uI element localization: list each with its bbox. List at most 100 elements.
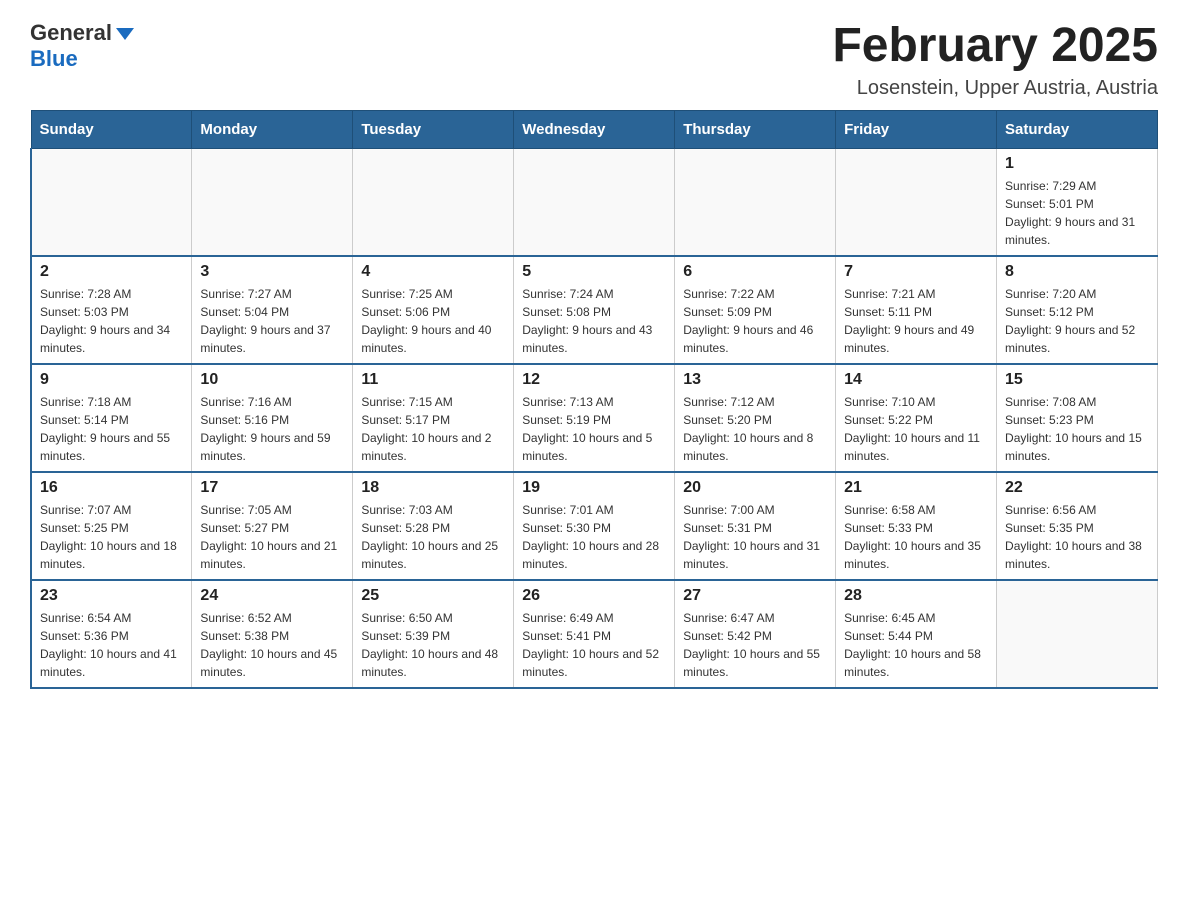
- day-info: Sunrise: 6:50 AMSunset: 5:39 PMDaylight:…: [361, 609, 505, 681]
- day-number: 4: [361, 263, 505, 281]
- calendar-cell: 14 Sunrise: 7:10 AMSunset: 5:22 PMDayligh…: [836, 364, 997, 472]
- calendar-header-thursday: Thursday: [675, 110, 836, 148]
- calendar-cell: 15 Sunrise: 7:08 AMSunset: 5:23 PMDayligh…: [997, 364, 1158, 472]
- day-number: 11: [361, 371, 505, 389]
- day-info: Sunrise: 7:18 AMSunset: 5:14 PMDaylight:…: [40, 393, 183, 465]
- calendar-cell: 4 Sunrise: 7:25 AMSunset: 5:06 PMDaylight…: [353, 256, 514, 364]
- calendar-cell: [353, 148, 514, 256]
- day-number: 14: [844, 371, 988, 389]
- calendar-cell: 12 Sunrise: 7:13 AMSunset: 5:19 PMDayligh…: [514, 364, 675, 472]
- day-number: 16: [40, 479, 183, 497]
- calendar-header-sunday: Sunday: [31, 110, 192, 148]
- calendar-header-saturday: Saturday: [997, 110, 1158, 148]
- calendar-cell: 24 Sunrise: 6:52 AMSunset: 5:38 PMDayligh…: [192, 580, 353, 688]
- day-info: Sunrise: 7:05 AMSunset: 5:27 PMDaylight:…: [200, 501, 344, 573]
- calendar-cell: 23Sunrise: 6:54 AMSunset: 5:36 PMDayligh…: [31, 580, 192, 688]
- calendar-week-5: 23Sunrise: 6:54 AMSunset: 5:36 PMDayligh…: [31, 580, 1158, 688]
- day-number: 25: [361, 587, 505, 605]
- day-number: 6: [683, 263, 827, 281]
- calendar-cell: 28 Sunrise: 6:45 AMSunset: 5:44 PMDayligh…: [836, 580, 997, 688]
- day-info: Sunrise: 7:16 AMSunset: 5:16 PMDaylight:…: [200, 393, 344, 465]
- day-number: 8: [1005, 263, 1149, 281]
- calendar-header-friday: Friday: [836, 110, 997, 148]
- calendar-cell: 6 Sunrise: 7:22 AMSunset: 5:09 PMDaylight…: [675, 256, 836, 364]
- day-info: Sunrise: 7:10 AMSunset: 5:22 PMDaylight:…: [844, 393, 988, 465]
- calendar-cell: [192, 148, 353, 256]
- day-number: 10: [200, 371, 344, 389]
- day-info: Sunrise: 6:49 AMSunset: 5:41 PMDaylight:…: [522, 609, 666, 681]
- calendar-week-2: 2 Sunrise: 7:28 AMSunset: 5:03 PMDaylight…: [31, 256, 1158, 364]
- calendar-cell: 21 Sunrise: 6:58 AMSunset: 5:33 PMDayligh…: [836, 472, 997, 580]
- day-number: 9: [40, 371, 183, 389]
- calendar-week-4: 16 Sunrise: 7:07 AMSunset: 5:25 PMDayligh…: [31, 472, 1158, 580]
- day-number: 13: [683, 371, 827, 389]
- calendar-cell: [675, 148, 836, 256]
- day-info: Sunrise: 7:22 AMSunset: 5:09 PMDaylight:…: [683, 285, 827, 357]
- day-number: 22: [1005, 479, 1149, 497]
- day-info: Sunrise: 6:45 AMSunset: 5:44 PMDaylight:…: [844, 609, 988, 681]
- page-header: General Blue February 2025 Losenstein, U…: [30, 20, 1158, 100]
- day-info: Sunrise: 6:52 AMSunset: 5:38 PMDaylight:…: [200, 609, 344, 681]
- calendar-cell: 7 Sunrise: 7:21 AMSunset: 5:11 PMDaylight…: [836, 256, 997, 364]
- day-info: Sunrise: 6:58 AMSunset: 5:33 PMDaylight:…: [844, 501, 988, 573]
- day-number: 24: [200, 587, 344, 605]
- day-number: 23: [40, 587, 183, 605]
- calendar-cell: 26 Sunrise: 6:49 AMSunset: 5:41 PMDayligh…: [514, 580, 675, 688]
- calendar-cell: [514, 148, 675, 256]
- calendar-header-tuesday: Tuesday: [353, 110, 514, 148]
- day-info: Sunrise: 7:24 AMSunset: 5:08 PMDaylight:…: [522, 285, 666, 357]
- day-info: Sunrise: 7:27 AMSunset: 5:04 PMDaylight:…: [200, 285, 344, 357]
- day-info: Sunrise: 7:08 AMSunset: 5:23 PMDaylight:…: [1005, 393, 1149, 465]
- day-info: Sunrise: 7:01 AMSunset: 5:30 PMDaylight:…: [522, 501, 666, 573]
- day-number: 1: [1005, 155, 1149, 173]
- calendar-week-1: 1 Sunrise: 7:29 AMSunset: 5:01 PMDaylight…: [31, 148, 1158, 256]
- calendar-cell: 9 Sunrise: 7:18 AMSunset: 5:14 PMDaylight…: [31, 364, 192, 472]
- day-number: 3: [200, 263, 344, 281]
- day-number: 18: [361, 479, 505, 497]
- day-number: 28: [844, 587, 988, 605]
- day-number: 2: [40, 263, 183, 281]
- day-info: Sunrise: 6:47 AMSunset: 5:42 PMDaylight:…: [683, 609, 827, 681]
- calendar-cell: 1 Sunrise: 7:29 AMSunset: 5:01 PMDaylight…: [997, 148, 1158, 256]
- day-number: 20: [683, 479, 827, 497]
- day-number: 12: [522, 371, 666, 389]
- logo-general: General: [30, 20, 112, 46]
- day-info: Sunrise: 7:28 AMSunset: 5:03 PMDaylight:…: [40, 285, 183, 357]
- calendar-cell: 10 Sunrise: 7:16 AMSunset: 5:16 PMDayligh…: [192, 364, 353, 472]
- calendar-table: SundayMondayTuesdayWednesdayThursdayFrid…: [30, 110, 1158, 689]
- day-number: 19: [522, 479, 666, 497]
- calendar-cell: [836, 148, 997, 256]
- calendar-cell: 13 Sunrise: 7:12 AMSunset: 5:20 PMDayligh…: [675, 364, 836, 472]
- day-info: Sunrise: 7:12 AMSunset: 5:20 PMDaylight:…: [683, 393, 827, 465]
- day-info: Sunrise: 7:20 AMSunset: 5:12 PMDaylight:…: [1005, 285, 1149, 357]
- calendar-header-wednesday: Wednesday: [514, 110, 675, 148]
- day-number: 26: [522, 587, 666, 605]
- day-number: 21: [844, 479, 988, 497]
- day-info: Sunrise: 7:29 AMSunset: 5:01 PMDaylight:…: [1005, 177, 1149, 249]
- day-number: 15: [1005, 371, 1149, 389]
- logo-arrow-icon: [116, 28, 134, 40]
- calendar-cell: [997, 580, 1158, 688]
- day-number: 17: [200, 479, 344, 497]
- calendar-cell: [31, 148, 192, 256]
- calendar-cell: 17 Sunrise: 7:05 AMSunset: 5:27 PMDayligh…: [192, 472, 353, 580]
- calendar-cell: 19 Sunrise: 7:01 AMSunset: 5:30 PMDayligh…: [514, 472, 675, 580]
- calendar-cell: 25 Sunrise: 6:50 AMSunset: 5:39 PMDayligh…: [353, 580, 514, 688]
- calendar-cell: 5Sunrise: 7:24 AMSunset: 5:08 PMDaylight…: [514, 256, 675, 364]
- logo: General Blue: [30, 20, 134, 72]
- calendar-cell: 20 Sunrise: 7:00 AMSunset: 5:31 PMDayligh…: [675, 472, 836, 580]
- day-info: Sunrise: 7:00 AMSunset: 5:31 PMDaylight:…: [683, 501, 827, 573]
- day-info: Sunrise: 7:25 AMSunset: 5:06 PMDaylight:…: [361, 285, 505, 357]
- day-info: Sunrise: 7:15 AMSunset: 5:17 PMDaylight:…: [361, 393, 505, 465]
- calendar-cell: 22 Sunrise: 6:56 AMSunset: 5:35 PMDayligh…: [997, 472, 1158, 580]
- logo-blue: Blue: [30, 46, 78, 71]
- day-info: Sunrise: 6:56 AMSunset: 5:35 PMDaylight:…: [1005, 501, 1149, 573]
- day-info: Sunrise: 7:21 AMSunset: 5:11 PMDaylight:…: [844, 285, 988, 357]
- day-info: Sunrise: 7:07 AMSunset: 5:25 PMDaylight:…: [40, 501, 183, 573]
- page-subtitle: Losenstein, Upper Austria, Austria: [832, 77, 1158, 100]
- calendar-cell: 16 Sunrise: 7:07 AMSunset: 5:25 PMDayligh…: [31, 472, 192, 580]
- calendar-header-row: SundayMondayTuesdayWednesdayThursdayFrid…: [31, 110, 1158, 148]
- day-info: Sunrise: 7:13 AMSunset: 5:19 PMDaylight:…: [522, 393, 666, 465]
- day-number: 7: [844, 263, 988, 281]
- calendar-cell: 11 Sunrise: 7:15 AMSunset: 5:17 PMDayligh…: [353, 364, 514, 472]
